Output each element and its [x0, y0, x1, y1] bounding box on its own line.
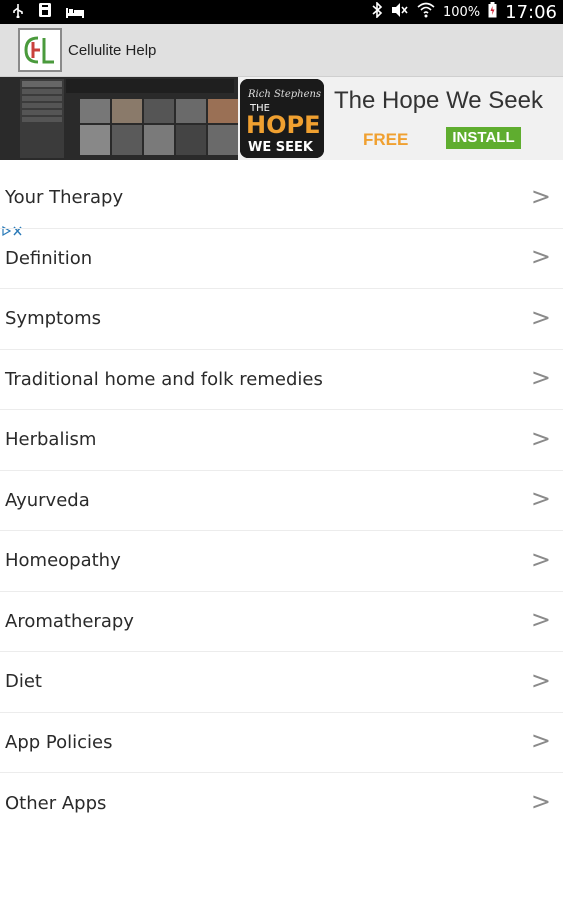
- mute-icon: [391, 2, 409, 22]
- chevron-right-icon: >: [530, 484, 551, 513]
- app-logo[interactable]: [18, 28, 62, 72]
- status-bar: 100% 17:06: [0, 0, 563, 24]
- chevron-right-icon: >: [530, 666, 551, 695]
- sd-card-icon: [38, 2, 52, 22]
- status-right-icons: 100% 17:06: [372, 1, 557, 23]
- menu-item-other-apps[interactable]: Other Apps >: [0, 773, 563, 834]
- menu-item-diet[interactable]: Diet >: [0, 652, 563, 713]
- usb-icon: [12, 3, 24, 22]
- menu-item-label: Homeopathy: [5, 550, 121, 572]
- ad-info[interactable]: The Hope We Seek FREE INSTALL: [326, 77, 563, 160]
- chevron-right-icon: >: [530, 303, 551, 332]
- menu-list: Your Therapy > Definition > Symptoms > T…: [0, 168, 563, 834]
- menu-item-traditional-remedies[interactable]: Traditional home and folk remedies >: [0, 350, 563, 410]
- menu-item-label: Traditional home and folk remedies: [5, 368, 323, 390]
- ad-banner[interactable]: Rich Stephens THE HOPE WE SEEK The Hope …: [0, 77, 563, 237]
- menu-item-symptoms[interactable]: Symptoms >: [0, 289, 563, 350]
- chevron-right-icon: >: [530, 242, 551, 271]
- ad-title[interactable]: The Hope We Seek: [334, 87, 543, 115]
- clock: 17:06: [505, 1, 557, 23]
- menu-item-herbalism[interactable]: Herbalism >: [0, 410, 563, 471]
- menu-item-label: Herbalism: [5, 429, 97, 451]
- menu-item-label: Ayurveda: [5, 489, 90, 511]
- bluetooth-icon: [372, 1, 383, 22]
- ad-free-label: FREE: [363, 130, 409, 149]
- wifi-icon: [417, 2, 435, 22]
- chevron-right-icon: >: [530, 363, 551, 392]
- ad-album-art[interactable]: Rich Stephens THE HOPE WE SEEK: [240, 79, 324, 158]
- menu-item-label: Definition: [5, 247, 93, 269]
- svg-text:HOPE: HOPE: [246, 111, 320, 139]
- chevron-right-icon: >: [530, 424, 551, 453]
- svg-text:Rich Stephens: Rich Stephens: [247, 89, 321, 100]
- menu-item-label: Symptoms: [5, 308, 102, 330]
- chevron-right-icon: >: [530, 787, 551, 816]
- chevron-right-icon: >: [530, 726, 551, 755]
- menu-item-your-therapy[interactable]: Your Therapy >: [0, 168, 563, 229]
- menu-item-label: Your Therapy: [5, 187, 124, 209]
- ad-install-button[interactable]: INSTALL: [446, 127, 521, 149]
- menu-item-app-policies[interactable]: App Policies >: [0, 713, 563, 773]
- svg-text:WE SEEK: WE SEEK: [248, 140, 314, 155]
- menu-item-label: App Policies: [5, 731, 113, 753]
- ad-screenshot-image[interactable]: [0, 77, 238, 160]
- menu-item-homeopathy[interactable]: Homeopathy >: [0, 531, 563, 592]
- battery-icon: [488, 2, 497, 22]
- menu-item-ayurveda[interactable]: Ayurveda >: [0, 471, 563, 531]
- chevron-right-icon: >: [530, 182, 551, 211]
- menu-item-definition[interactable]: Definition >: [0, 229, 563, 289]
- menu-item-aromatherapy[interactable]: Aromatherapy >: [0, 592, 563, 652]
- action-bar: Cellulite Help: [0, 24, 563, 77]
- status-left-icons: [12, 2, 84, 22]
- chevron-right-icon: >: [530, 605, 551, 634]
- battery-percent: 100%: [442, 4, 481, 20]
- bed-icon: [66, 3, 84, 22]
- menu-item-label: Other Apps: [5, 792, 107, 814]
- menu-item-label: Diet: [5, 671, 42, 693]
- app-title: Cellulite Help: [68, 41, 157, 59]
- menu-item-label: Aromatherapy: [5, 610, 134, 632]
- chevron-right-icon: >: [530, 545, 551, 574]
